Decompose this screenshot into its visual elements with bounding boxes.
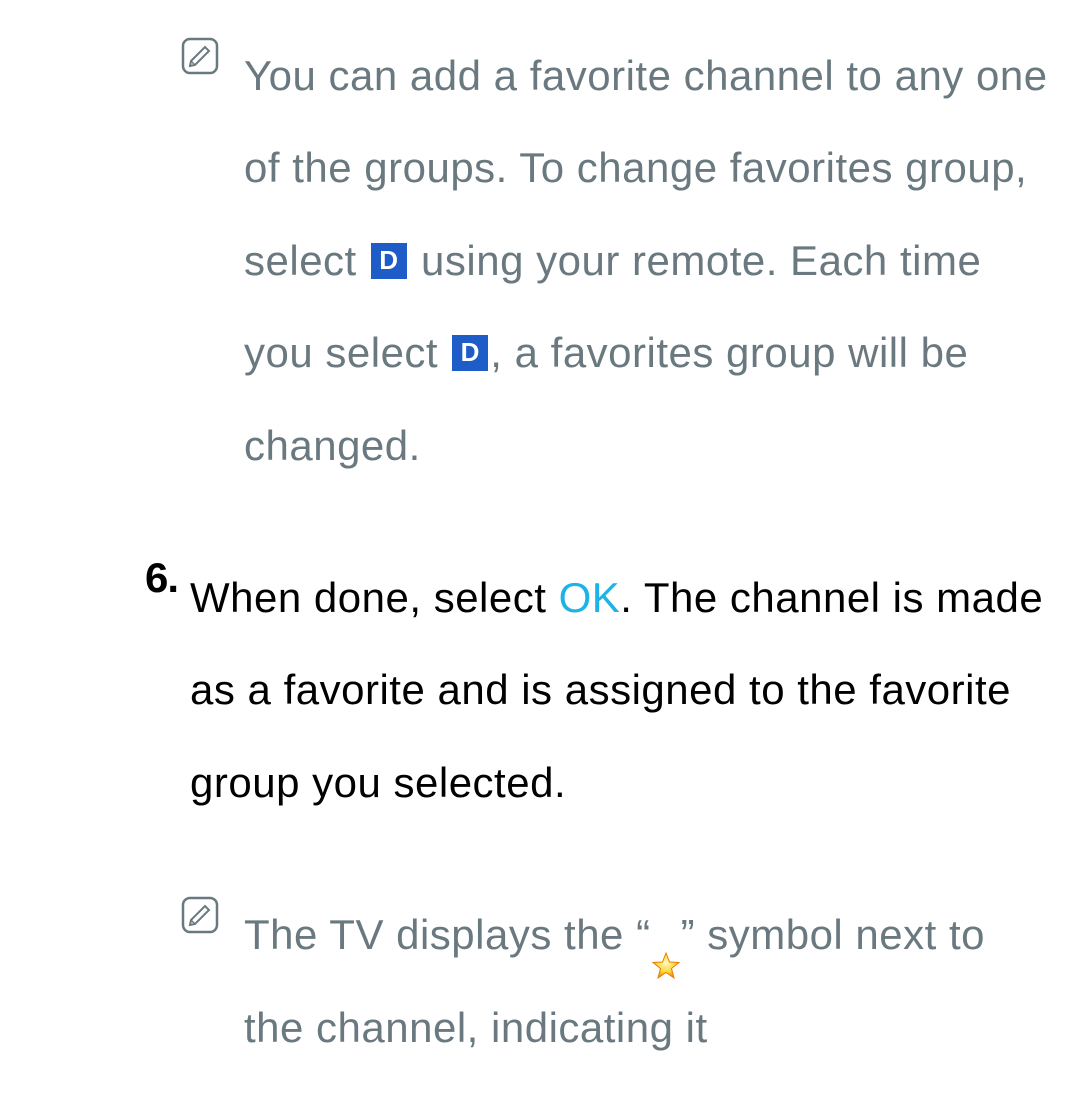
ok-label: OK: [559, 574, 621, 621]
step6-part1: When done, select: [190, 574, 559, 621]
note-icon: [180, 895, 220, 935]
note-text-1: You can add a favorite channel to any on…: [244, 30, 1050, 492]
d-button-icon: D: [452, 335, 488, 371]
step-number: 6.: [145, 554, 178, 602]
step-6-text: When done, select OK. The channel is mad…: [190, 552, 1050, 829]
d-button-icon: D: [371, 243, 407, 279]
note-block-1: You can add a favorite channel to any on…: [30, 30, 1050, 492]
note2-part1: The TV displays the “: [244, 911, 651, 958]
step-6-block: 6. When done, select OK. The channel is …: [30, 552, 1050, 829]
star-icon: [651, 921, 681, 951]
note-text-2: The TV displays the “” symbol next to th…: [244, 889, 1050, 1074]
note-block-2: The TV displays the “” symbol next to th…: [30, 889, 1050, 1074]
note-icon: [180, 36, 220, 76]
